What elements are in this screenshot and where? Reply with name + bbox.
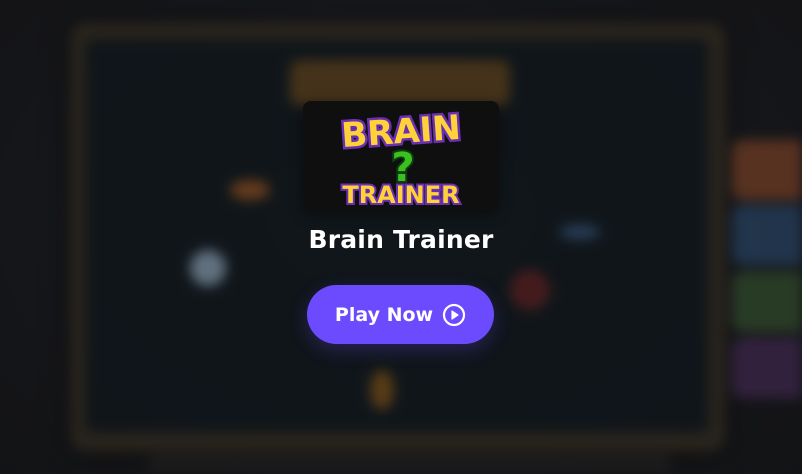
game-title: Brain Trainer	[308, 225, 494, 254]
game-thumbnail: BRAIN ? TRAINER	[303, 101, 499, 211]
play-overlay: BRAIN ? TRAINER Brain Trainer Play Now	[0, 0, 802, 474]
brain-trainer-logo: BRAIN ? TRAINER	[303, 101, 499, 211]
play-now-label: Play Now	[334, 303, 434, 326]
play-now-button[interactable]: Play Now	[307, 285, 494, 344]
play-circle-icon	[442, 303, 466, 326]
logo-line-trainer: TRAINER	[342, 181, 459, 209]
game-preview-screen: BRAIN ? TRAINER Brain Trainer Play Now	[0, 0, 802, 474]
